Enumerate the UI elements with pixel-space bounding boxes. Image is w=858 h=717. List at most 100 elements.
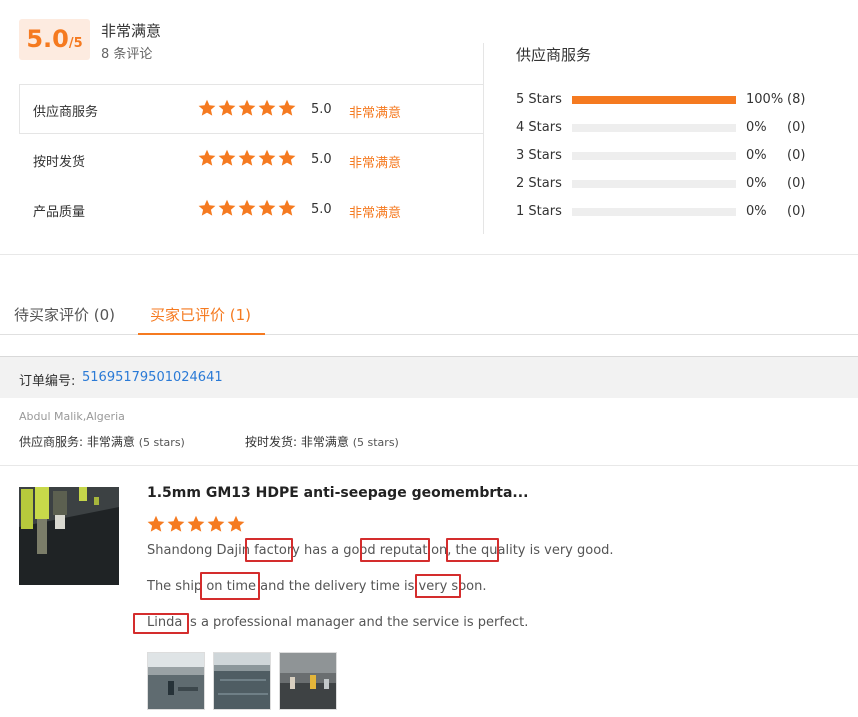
distribution-percent: 0%	[746, 176, 767, 191]
star-icon	[147, 515, 165, 533]
distribution-row-5: 5 Stars 100% (8)	[516, 92, 816, 108]
review-photo-thumbnail[interactable]	[279, 652, 337, 710]
star-icon	[207, 515, 225, 533]
metric-name: 按时发货	[33, 155, 86, 170]
overall-rating-label: 非常满意	[101, 22, 162, 40]
distribution-label: 1 Stars	[516, 204, 562, 219]
review-photo-thumbnail[interactable]	[213, 652, 271, 710]
distribution-percent: 0%	[746, 204, 767, 219]
star-icon	[258, 149, 276, 167]
delivery-label: 按时发货:	[245, 435, 298, 449]
distribution-row-1: 1 Stars 0% (0)	[516, 204, 816, 220]
distribution-title: 供应商服务	[516, 46, 592, 64]
supplier-service-stars: (5 stars)	[138, 436, 185, 449]
supplier-service-rating: 供应商服务: 非常满意 (5 stars)	[19, 433, 185, 450]
highlight-box	[446, 538, 499, 562]
active-tab-indicator	[138, 333, 265, 335]
distribution-label: 2 Stars	[516, 176, 562, 191]
product-title[interactable]: 1.5mm GM13 HDPE anti-seepage geomembrta.…	[147, 485, 528, 501]
distribution-count: (0)	[787, 176, 806, 191]
rating-metrics: 供应商服务 5.0 非常满意 按时发货 5.0 非常满意 产品质量 5.0 非常…	[19, 84, 484, 234]
distribution-bar	[572, 208, 736, 216]
distribution-count: (8)	[787, 92, 806, 107]
overall-score-badge: 5.0/5	[19, 19, 90, 60]
star-icon	[258, 99, 276, 117]
star-icon	[167, 515, 185, 533]
star-icon	[198, 199, 216, 217]
star-icon	[198, 149, 216, 167]
distribution-percent: 0%	[746, 148, 767, 163]
star-icon	[238, 149, 256, 167]
overall-score: 5.0	[26, 25, 69, 53]
tabs-border	[0, 334, 858, 335]
star-icon	[278, 99, 296, 117]
distribution-bar-fill	[572, 96, 736, 104]
star-icon	[238, 199, 256, 217]
star-icon	[258, 199, 276, 217]
star-icon	[278, 149, 296, 167]
distribution-count: (0)	[787, 120, 806, 135]
delivery-stars: (5 stars)	[352, 436, 399, 449]
supplier-service-value: 非常满意	[86, 435, 135, 449]
distribution-count: (0)	[787, 148, 806, 163]
highlight-box	[200, 572, 260, 600]
product-image[interactable]	[19, 487, 119, 585]
overall-score-max: /5	[68, 36, 83, 51]
metric-stars	[198, 199, 296, 217]
star-icon	[218, 199, 236, 217]
distribution-count: (0)	[787, 204, 806, 219]
review-photo-thumbnail[interactable]	[147, 652, 205, 710]
star-icon	[198, 99, 216, 117]
star-icon	[187, 515, 205, 533]
metric-row-on-time-delivery[interactable]: 按时发货 5.0 非常满意	[19, 134, 484, 184]
highlight-box	[360, 538, 430, 562]
highlight-box	[245, 538, 293, 562]
tab-awaiting-buyer-review[interactable]: 待买家评价 (0)	[14, 304, 115, 325]
supplier-service-label: 供应商服务:	[19, 435, 84, 449]
metric-label: 非常满意	[349, 106, 402, 121]
distribution-row-2: 2 Stars 0% (0)	[516, 176, 816, 192]
star-icon	[227, 515, 245, 533]
distribution-percent: 0%	[746, 120, 767, 135]
buyer-name: Abdul Malik,Algeria	[19, 410, 125, 423]
review-divider	[0, 465, 858, 466]
tab-buyer-reviewed[interactable]: 买家已评价 (1)	[150, 304, 251, 325]
distribution-label: 5 Stars	[516, 92, 562, 107]
distribution-row-4: 4 Stars 0% (0)	[516, 120, 816, 136]
review-count: 8 条评论	[101, 47, 153, 62]
star-icon	[218, 99, 236, 117]
distribution-bar	[572, 124, 736, 132]
distribution-label: 3 Stars	[516, 148, 562, 163]
review-text-line-3: Linda is a professional manager and the …	[147, 615, 529, 630]
delivery-rating: 按时发货: 非常满意 (5 stars)	[245, 433, 399, 450]
highlight-box	[133, 613, 189, 634]
distribution-row-3: 3 Stars 0% (0)	[516, 148, 816, 164]
distribution-bar	[572, 180, 736, 188]
metric-name: 产品质量	[33, 205, 86, 220]
metric-row-supplier-service[interactable]: 供应商服务 5.0 非常满意	[19, 84, 484, 134]
order-number-label: 订单编号:	[19, 374, 76, 389]
metric-score: 5.0	[311, 102, 332, 117]
metric-label: 非常满意	[349, 156, 402, 171]
order-header: 订单编号: 51695179501024641	[0, 356, 858, 398]
section-divider	[0, 254, 858, 255]
distribution-bar	[572, 152, 736, 160]
delivery-value: 非常满意	[300, 435, 349, 449]
star-icon	[238, 99, 256, 117]
metric-score: 5.0	[311, 152, 332, 167]
metric-label: 非常满意	[349, 206, 402, 221]
summary-divider	[483, 43, 484, 234]
star-icon	[218, 149, 236, 167]
metric-score: 5.0	[311, 202, 332, 217]
star-icon	[278, 199, 296, 217]
distribution-bar	[572, 96, 736, 104]
metric-row-product-quality[interactable]: 产品质量 5.0 非常满意	[19, 184, 484, 234]
metric-stars	[198, 99, 296, 117]
highlight-box	[415, 574, 461, 598]
order-number-link[interactable]: 51695179501024641	[82, 370, 223, 385]
metric-stars	[198, 149, 296, 167]
metric-name: 供应商服务	[33, 105, 99, 120]
distribution-percent: 100%	[746, 92, 784, 107]
distribution-label: 4 Stars	[516, 120, 562, 135]
review-stars	[147, 515, 245, 533]
